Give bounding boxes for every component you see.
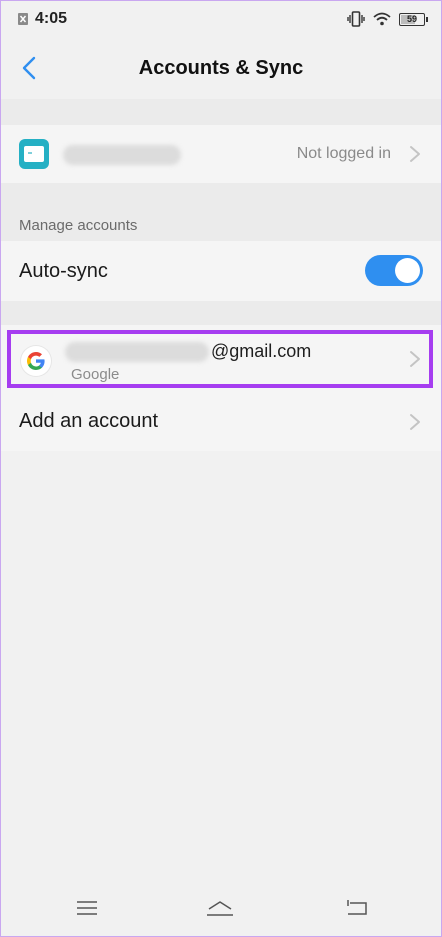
account-email: @gmail.com bbox=[211, 341, 312, 361]
page-title: Accounts & Sync bbox=[138, 57, 304, 79]
status-left: 4:05 bbox=[17, 10, 67, 28]
menu-icon bbox=[77, 901, 97, 915]
account-provider: Google bbox=[71, 366, 120, 383]
account-app-icon bbox=[19, 139, 49, 169]
battery-icon: 59 bbox=[399, 12, 428, 26]
add-account-label: Add an account bbox=[19, 410, 158, 432]
redacted-email-user bbox=[65, 342, 209, 362]
toggle-knob bbox=[395, 258, 420, 283]
chevron-right-icon bbox=[410, 414, 420, 430]
navigation-bar bbox=[1, 880, 441, 936]
menu-button[interactable] bbox=[72, 894, 102, 922]
phone-screen: 4:05 59 Accounts & Sync Not logged in Ma… bbox=[0, 0, 442, 937]
redacted-account-name bbox=[63, 145, 181, 165]
back-icon bbox=[347, 900, 367, 915]
notification-x-icon bbox=[18, 13, 28, 25]
section-divider bbox=[1, 301, 441, 325]
auto-sync-label: Auto-sync bbox=[19, 260, 108, 282]
section-divider bbox=[1, 99, 441, 125]
battery-level: 59 bbox=[406, 14, 417, 24]
status-time: 4:05 bbox=[35, 10, 68, 27]
header: Accounts & Sync bbox=[1, 37, 441, 99]
manage-accounts-label: Manage accounts bbox=[19, 217, 138, 234]
auto-sync-toggle[interactable] bbox=[365, 255, 423, 286]
home-icon bbox=[207, 901, 233, 916]
google-icon bbox=[21, 346, 51, 376]
account-app-icon-inner bbox=[24, 146, 44, 162]
google-g-logo bbox=[27, 352, 45, 370]
vibrate-icon bbox=[347, 11, 365, 27]
chevron-right-icon bbox=[410, 146, 420, 162]
status-right: 59 bbox=[347, 11, 428, 27]
home-button[interactable] bbox=[205, 894, 235, 922]
wifi-icon bbox=[373, 12, 391, 26]
account-status: Not logged in bbox=[296, 145, 391, 162]
status-bar: 4:05 59 bbox=[1, 1, 441, 37]
back-nav-button[interactable] bbox=[342, 894, 372, 922]
chevron-right-icon bbox=[410, 351, 420, 367]
account-card[interactable]: Not logged in bbox=[1, 125, 441, 183]
